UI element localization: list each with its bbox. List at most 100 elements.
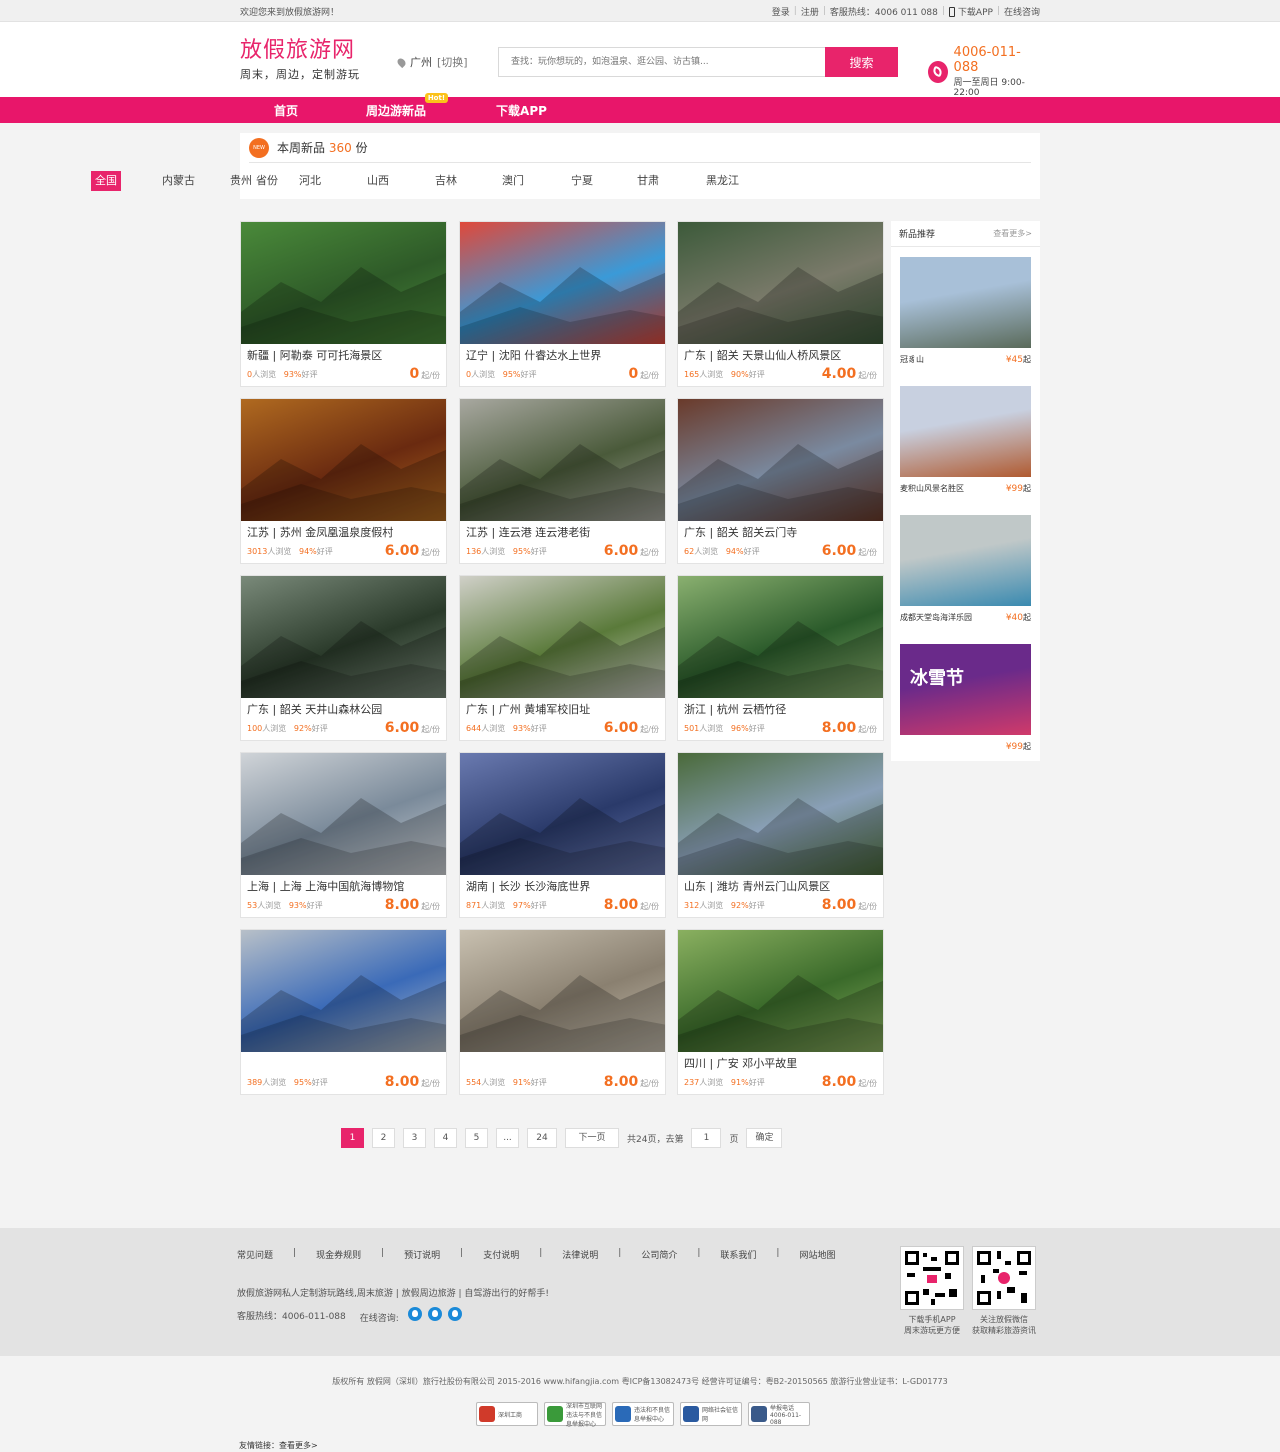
product-name[interactable]: 江苏 | 苏州 金凤凰温泉度假村 [241,521,446,541]
product-name[interactable]: 湖南 | 长沙 长沙海底世界 [460,875,665,895]
cert-badge[interactable]: 违法和不良信息举报中心 [612,1402,674,1426]
product-image[interactable] [678,576,883,698]
product-image[interactable] [241,753,446,875]
download-app-link[interactable]: 下载APP [948,5,993,18]
footer-link[interactable]: 现金券规则 [316,1248,361,1261]
product-card[interactable]: 广东 | 广州 黄埔军校旧址 644人浏览 93%好评 6.00 起/份 [459,575,666,741]
cert-badge[interactable]: 网络社会征信网 [680,1402,742,1426]
product-image[interactable] [460,399,665,521]
sidebar-more-link[interactable]: 查看更多> [993,228,1032,239]
province-2[interactable]: 贵州 [230,171,252,191]
search-button[interactable]: 搜索 [825,47,898,77]
product-name[interactable]: 四川 | 广安 邓小平故里 [678,1052,883,1072]
qq-icon[interactable] [447,1307,462,1321]
product-name[interactable] [460,1052,665,1072]
product-name[interactable]: 广东 | 韶关 天景山仙人桥风景区 [678,344,883,364]
product-card[interactable]: 新疆 | 阿勒泰 可可托海景区 0人浏览 93%好评 0 起/份 [240,221,447,387]
product-image[interactable] [241,930,446,1052]
cert-badge[interactable]: 深圳市互联网违法与不良信息举报中心 [544,1402,606,1428]
sidebar-item[interactable]: 成都天堂岛海洋乐园 ¥40起 [900,515,1031,623]
product-card[interactable]: 浙江 | 杭州 云栖竹径 501人浏览 96%好评 8.00 起/份 [677,575,884,741]
sidebar-item-image[interactable] [900,257,1031,348]
product-image[interactable] [241,576,446,698]
product-image[interactable] [241,222,446,344]
product-card[interactable]: 湖南 | 长沙 长沙海底世界 871人浏览 97%好评 8.00 起/份 [459,752,666,918]
province-1[interactable]: 内蒙古 [162,171,195,191]
product-name[interactable]: 上海 | 上海 上海中国航海博物馆 [241,875,446,895]
product-card[interactable]: 辽宁 | 沈阳 什睿达水上世界 0人浏览 95%好评 0 起/份 [459,221,666,387]
search-input[interactable] [498,47,825,77]
confirm-button[interactable]: 确定 [746,1128,783,1148]
sidebar-item[interactable]: 麦积山风景名胜区 ¥99起 [900,386,1031,494]
footer-link[interactable]: 支付说明 [483,1248,519,1261]
footer-link[interactable]: 网站地图 [799,1248,835,1261]
page-5[interactable]: 5 [465,1128,488,1148]
product-name[interactable]: 江苏 | 连云港 连云港老街 [460,521,665,541]
page-1[interactable]: 1 [341,1128,364,1148]
product-card[interactable]: 广东 | 韶关 韶关云门寺 62人浏览 94%好评 6.00 起/份 [677,398,884,564]
cert-badge[interactable]: 举报电话 4006-011-088 [748,1402,810,1426]
footer-link[interactable]: 常见问题 [237,1248,273,1261]
product-name[interactable]: 新疆 | 阿勒泰 可可托海景区 [241,344,446,364]
province-4[interactable]: 山西 [367,171,389,191]
province-5[interactable]: 吉林 [435,171,457,191]
footer-link[interactable]: 公司简介 [641,1248,677,1261]
product-card[interactable]: 上海 | 上海 上海中国航海博物馆 53人浏览 93%好评 8.00 起/份 [240,752,447,918]
product-card[interactable]: 江苏 | 连云港 连云港老街 136人浏览 95%好评 6.00 起/份 [459,398,666,564]
page-...[interactable]: ... [496,1128,519,1148]
nav-new-products[interactable]: 周边游新品 Hot! [366,92,449,119]
province-0[interactable]: 全国 [91,171,121,191]
province-6[interactable]: 澳门 [502,171,524,191]
sidebar-item-image[interactable] [900,386,1031,477]
product-card[interactable]: 山东 | 潍坊 青州云门山风景区 312人浏览 92%好评 8.00 起/份 [677,752,884,918]
product-name[interactable] [241,1052,446,1072]
qq-icon[interactable] [427,1307,442,1321]
sidebar-item-image[interactable]: 冰雪节 [900,644,1031,735]
logo[interactable]: 放假旅游网 周末，周边，定制游玩 [240,38,360,82]
friend-links[interactable]: 友情链接：查看更多> [239,1440,318,1451]
cert-badge[interactable]: 深圳工商 [476,1402,538,1426]
province-3[interactable]: 河北 [299,171,321,191]
page-24[interactable]: 24 [527,1128,557,1148]
online-consult-link[interactable]: 在线咨询 [1004,5,1040,18]
city-selector[interactable]: 广州 [切换] [395,54,468,70]
page-jump-input[interactable]: 1 [691,1128,722,1148]
register-link[interactable]: 注册 [801,5,819,18]
product-card[interactable]: 四川 | 广安 邓小平故里 237人浏览 91%好评 8.00 起/份 [677,929,884,1095]
page-3[interactable]: 3 [403,1128,426,1148]
product-name[interactable]: 广东 | 韶关 韶关云门寺 [678,521,883,541]
footer-link[interactable]: 预订说明 [404,1248,440,1261]
page-4[interactable]: 4 [434,1128,457,1148]
footer-link[interactable]: 联系我们 [720,1248,756,1261]
province-7[interactable]: 宁夏 [571,171,593,191]
province-9[interactable]: 黑龙江 [706,171,739,191]
product-name[interactable]: 山东 | 潍坊 青州云门山风景区 [678,875,883,895]
sidebar-item[interactable]: 冠豸山 ¥45起 [900,257,1031,365]
qq-icon[interactable] [407,1307,422,1321]
login-link[interactable]: 登录 [772,5,790,18]
sidebar-item[interactable]: 冰雪节 ¥99起 [900,644,1031,752]
product-image[interactable] [460,222,665,344]
city-switch-link[interactable]: [切换] [437,54,468,70]
product-card[interactable]: 554人浏览 91%好评 8.00 起/份 [459,929,666,1095]
sidebar-item-image[interactable] [900,515,1031,606]
product-name[interactable]: 浙江 | 杭州 云栖竹径 [678,698,883,718]
product-card[interactable]: 江苏 | 苏州 金凤凰温泉度假村 3013人浏览 94%好评 6.00 起/份 [240,398,447,564]
nav-download-app[interactable]: 下载APP [496,102,547,119]
product-image[interactable] [460,753,665,875]
product-name[interactable]: 广东 | 韶关 天井山森林公园 [241,698,446,718]
product-name[interactable]: 辽宁 | 沈阳 什睿达水上世界 [460,344,665,364]
product-card[interactable]: 389人浏览 95%好评 8.00 起/份 [240,929,447,1095]
product-image[interactable] [678,222,883,344]
province-8[interactable]: 甘肃 [637,171,659,191]
product-image[interactable] [241,399,446,521]
page-2[interactable]: 2 [372,1128,395,1148]
product-name[interactable]: 广东 | 广州 黄埔军校旧址 [460,698,665,718]
nav-home[interactable]: 首页 [274,102,298,119]
product-image[interactable] [678,930,883,1052]
product-image[interactable] [678,753,883,875]
product-card[interactable]: 广东 | 韶关 天景山仙人桥风景区 165人浏览 90%好评 4.00 起/份 [677,221,884,387]
product-image[interactable] [460,930,665,1052]
next-page-button[interactable]: 下一页 [565,1128,619,1148]
product-image[interactable] [678,399,883,521]
